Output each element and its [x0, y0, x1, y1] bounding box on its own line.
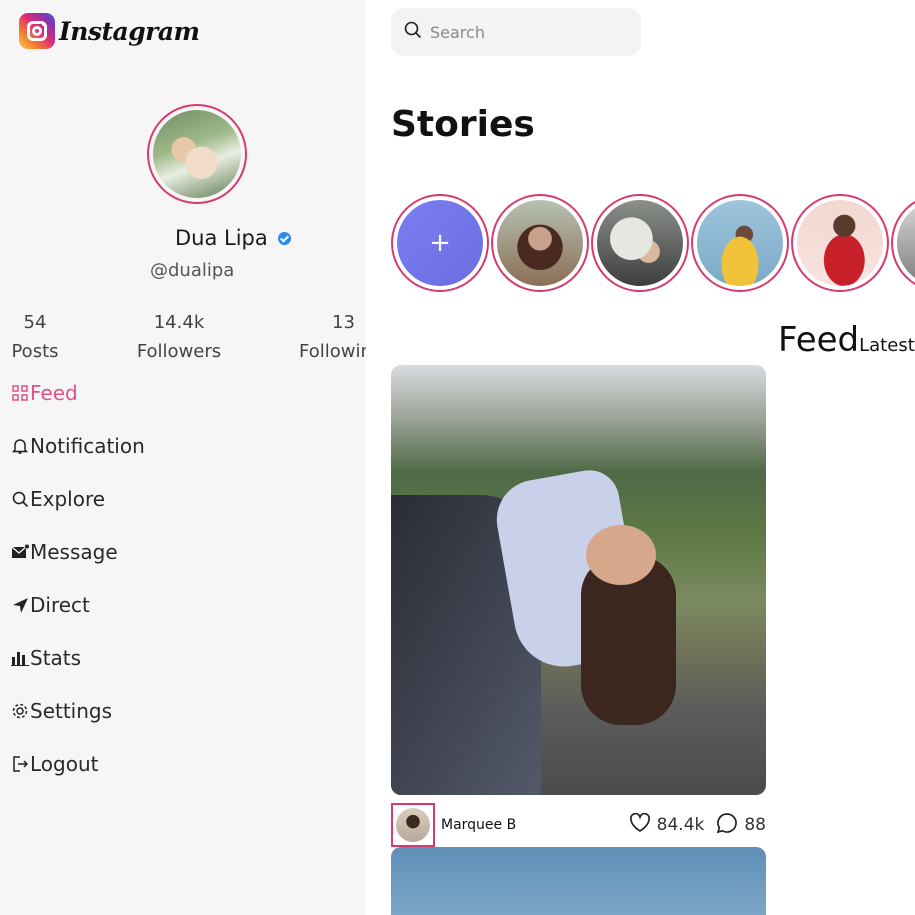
- plus-icon: +: [429, 228, 451, 258]
- instagram-logo-icon: [19, 13, 55, 49]
- nav-item-label: Explore: [30, 487, 106, 511]
- app-logo-text: Instagram: [59, 16, 200, 46]
- envelope-icon: [10, 542, 30, 562]
- stat-following-value: 13: [332, 312, 355, 333]
- story-item[interactable]: [791, 194, 889, 292]
- search-icon: [404, 21, 422, 43]
- nav-item-logout[interactable]: Logout: [10, 752, 98, 776]
- stat-following-label: Following: [299, 341, 366, 362]
- nav-item-label: Settings: [30, 699, 113, 723]
- post-author-name[interactable]: Marquee B: [441, 817, 516, 833]
- story-item[interactable]: [891, 194, 915, 292]
- story-item[interactable]: [691, 194, 789, 292]
- main-content: Stories + FeedLatest Marquee B 84.4k: [366, 0, 915, 915]
- app-logo[interactable]: Instagram: [19, 13, 200, 49]
- stat-following[interactable]: 13 Following: [299, 312, 366, 362]
- feed-heading: FeedLatest: [778, 320, 915, 360]
- send-icon: [10, 595, 30, 615]
- like-button[interactable]: [629, 812, 651, 838]
- stat-followers-label: Followers: [136, 341, 222, 362]
- search-icon: [10, 489, 30, 509]
- nav-item-label: Direct: [30, 593, 90, 617]
- comment-button[interactable]: [716, 812, 738, 839]
- likes-count: 84.4k: [656, 815, 705, 835]
- story-item[interactable]: [591, 194, 689, 292]
- stat-followers-value: 14.4k: [153, 312, 205, 333]
- nav-item-notification[interactable]: Notification: [10, 434, 145, 458]
- sidebar: Instagram Dua Lipa @dualipa 54 Posts 14.…: [0, 0, 366, 915]
- stat-posts[interactable]: 54 Posts: [10, 312, 60, 362]
- profile-handle: @dualipa: [150, 260, 235, 281]
- nav-item-stats[interactable]: Stats: [10, 646, 81, 670]
- stories-title: Stories: [391, 104, 535, 145]
- bell-icon: [10, 436, 30, 456]
- profile-name: Dua Lipa: [175, 226, 268, 250]
- story-item[interactable]: [491, 194, 589, 292]
- nav-item-settings[interactable]: Settings: [10, 699, 112, 723]
- feed-subtitle[interactable]: Latest: [859, 335, 915, 356]
- stat-followers[interactable]: 14.4k Followers: [136, 312, 222, 362]
- search-bar[interactable]: [391, 8, 641, 56]
- stat-posts-label: Posts: [11, 341, 59, 362]
- nav-item-message[interactable]: Message: [10, 540, 118, 564]
- post-meta: Marquee B 84.4k 88: [391, 803, 766, 847]
- nav-item-feed[interactable]: Feed: [10, 381, 78, 405]
- nav-item-explore[interactable]: Explore: [10, 487, 105, 511]
- verified-badge-icon: [277, 231, 291, 245]
- story-add[interactable]: +: [391, 194, 489, 292]
- stat-posts-value: 54: [23, 312, 47, 333]
- post-image[interactable]: [391, 847, 766, 915]
- nav-item-label: Feed: [30, 381, 78, 405]
- post-actions: 84.4k 88: [629, 812, 766, 839]
- nav-item-direct[interactable]: Direct: [10, 593, 90, 617]
- logout-icon: [10, 754, 30, 774]
- grid-icon: [10, 383, 30, 403]
- comments-count: 88: [744, 815, 766, 835]
- profile-avatar[interactable]: [147, 104, 247, 204]
- post-author-avatar[interactable]: [391, 803, 435, 847]
- gear-icon: [10, 701, 30, 721]
- nav-item-label: Notification: [30, 434, 145, 458]
- bar-chart-icon: [10, 648, 30, 668]
- post-image[interactable]: [391, 365, 766, 795]
- profile-name-row: Dua Lipa: [175, 226, 291, 250]
- feed-title: Feed: [778, 320, 860, 360]
- nav-item-label: Logout: [30, 752, 99, 776]
- nav-item-label: Message: [30, 540, 118, 564]
- nav-item-label: Stats: [30, 646, 82, 670]
- search-input[interactable]: [430, 22, 620, 42]
